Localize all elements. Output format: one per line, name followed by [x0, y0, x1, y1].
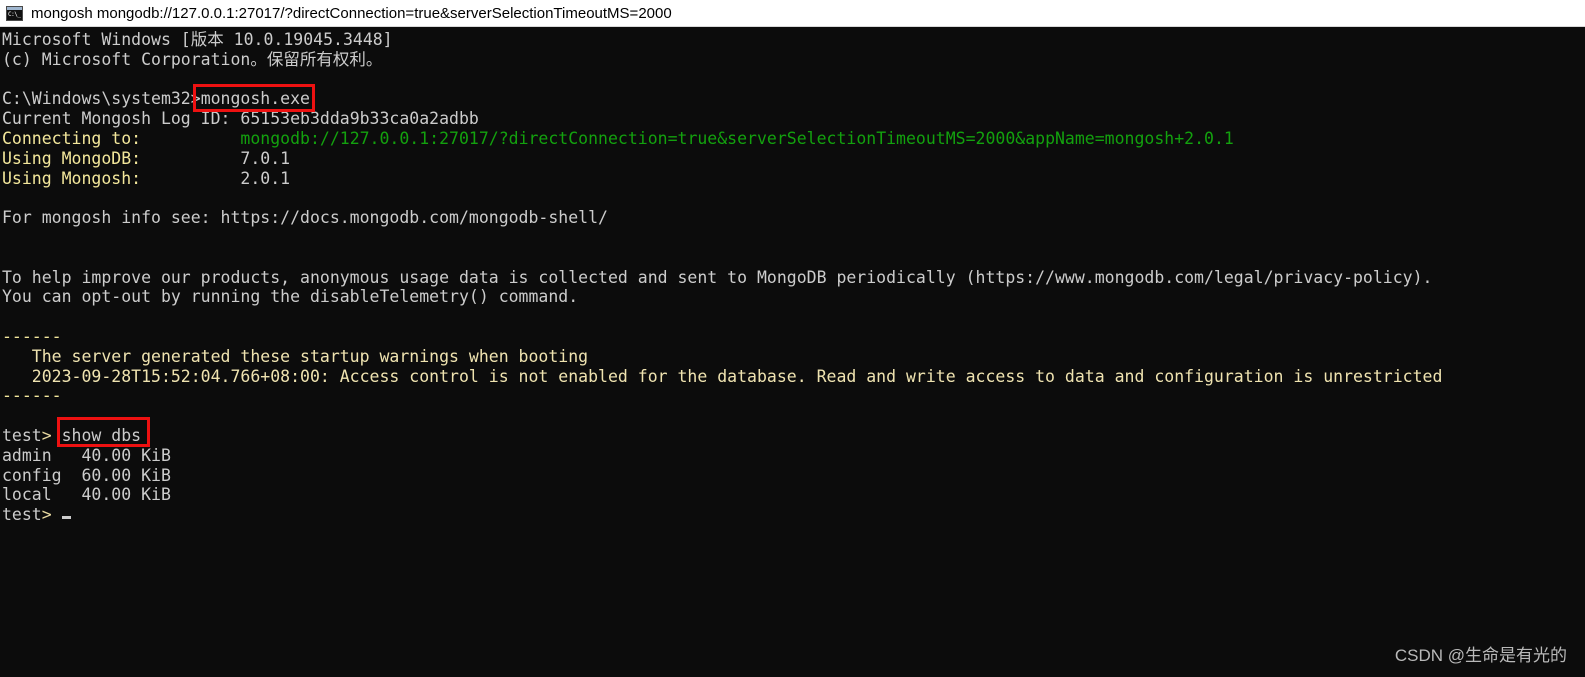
- connecting-to-spacer: [141, 129, 240, 148]
- db-size-config: 60.00 KiB: [81, 465, 171, 485]
- table-row: local 40.00 KiB: [2, 485, 1585, 505]
- icon-prompt-glyph: C:\_: [7, 9, 22, 20]
- db-name-config: config: [2, 465, 62, 485]
- block-cursor-icon: [61, 516, 71, 520]
- mongosh-prompt-db: test: [2, 425, 42, 445]
- using-mongodb-value: 7.0.1: [240, 148, 291, 168]
- cmd-typed-command: mongosh.exe: [200, 89, 310, 109]
- log-id-spacer: [230, 109, 240, 128]
- line-using-mongodb: Using MongoDB: 7.0.1: [2, 149, 1585, 169]
- cmd-prompt-path: C:\Windows\system32>: [2, 89, 201, 109]
- line-blank-6: [2, 406, 1585, 426]
- line-cmd-prompt: C:\Windows\system32>mongosh.exe: [2, 89, 1585, 109]
- line-final-prompt[interactable]: test>: [2, 505, 1585, 525]
- using-mongosh-spacer: [141, 169, 240, 188]
- line-rule-top: ------: [2, 326, 62, 346]
- terminal-output-area[interactable]: Microsoft Windows [版本 10.0.19045.3448] (…: [0, 27, 1585, 677]
- final-prompt-spacer: [52, 505, 62, 524]
- command-prompt-icon: C:\_: [6, 5, 23, 21]
- line-blank-5: [2, 307, 1585, 327]
- using-mongosh-label: Using Mongosh:: [2, 168, 142, 188]
- log-id-label: Current Mongosh Log ID:: [2, 109, 231, 129]
- line-blank-3: [2, 228, 1585, 248]
- db-name-admin: admin: [2, 445, 52, 465]
- db-row-spacer-1: [62, 466, 82, 485]
- line-show-dbs-prompt: test> show dbs: [2, 426, 1585, 446]
- db-row-spacer-0: [52, 446, 82, 465]
- csdn-watermark: CSDN @生命是有光的: [1394, 646, 1567, 665]
- connecting-to-value: mongodb://127.0.0.1:27017/?directConnect…: [240, 128, 1234, 148]
- line-rule-bottom: ------: [2, 386, 62, 406]
- show-dbs-spacer: [52, 426, 62, 445]
- line-log-id: Current Mongosh Log ID: 65153eb3dda9b33c…: [2, 109, 1585, 129]
- table-row: admin 40.00 KiB: [2, 446, 1585, 466]
- line-telemetry-notice: To help improve our products, anonymous …: [2, 267, 1433, 287]
- window-title: mongosh mongodb://127.0.0.1:27017/?direc…: [31, 4, 672, 22]
- using-mongodb-spacer: [141, 149, 240, 168]
- db-name-local: local: [2, 485, 52, 505]
- line-using-mongosh: Using Mongosh: 2.0.1: [2, 169, 1585, 189]
- line-warning-body: 2023-09-28T15:52:04.766+08:00: Access co…: [2, 366, 1443, 386]
- table-row: config 60.00 KiB: [2, 466, 1585, 486]
- mongosh-final-prompt-db: test: [2, 505, 42, 525]
- using-mongosh-value: 2.0.1: [240, 168, 291, 188]
- mongosh-final-prompt-chevron: >: [41, 505, 52, 525]
- log-id-value: 65153eb3dda9b33ca0a2adbb: [240, 109, 479, 129]
- line-blank-1: [2, 70, 1585, 90]
- db-size-local: 40.00 KiB: [81, 485, 171, 505]
- connecting-to-label: Connecting to:: [2, 128, 142, 148]
- db-size-admin: 40.00 KiB: [81, 445, 171, 465]
- window-titlebar[interactable]: C:\_ mongosh mongodb://127.0.0.1:27017/?…: [0, 0, 1585, 27]
- mongosh-terminal-window: C:\_ mongosh mongodb://127.0.0.1:27017/?…: [0, 0, 1585, 677]
- line-blank-4: [2, 248, 1585, 268]
- line-windows-copyright: (c) Microsoft Corporation。保留所有权利。: [2, 49, 383, 69]
- line-connecting-to: Connecting to: mongodb://127.0.0.1:27017…: [2, 129, 1585, 149]
- line-windows-version: Microsoft Windows [版本 10.0.19045.3448]: [2, 30, 393, 49]
- using-mongodb-label: Using MongoDB:: [2, 148, 142, 168]
- mongosh-prompt-chevron: >: [41, 425, 52, 445]
- line-telemetry-optout: You can opt-out by running the disableTe…: [2, 287, 579, 307]
- line-warning-heading: The server generated these startup warni…: [2, 346, 589, 366]
- line-blank-2: [2, 188, 1585, 208]
- show-dbs-command: show dbs: [61, 425, 142, 445]
- line-docs-link: For mongosh info see: https://docs.mongo…: [2, 208, 608, 228]
- db-row-spacer-2: [52, 485, 82, 504]
